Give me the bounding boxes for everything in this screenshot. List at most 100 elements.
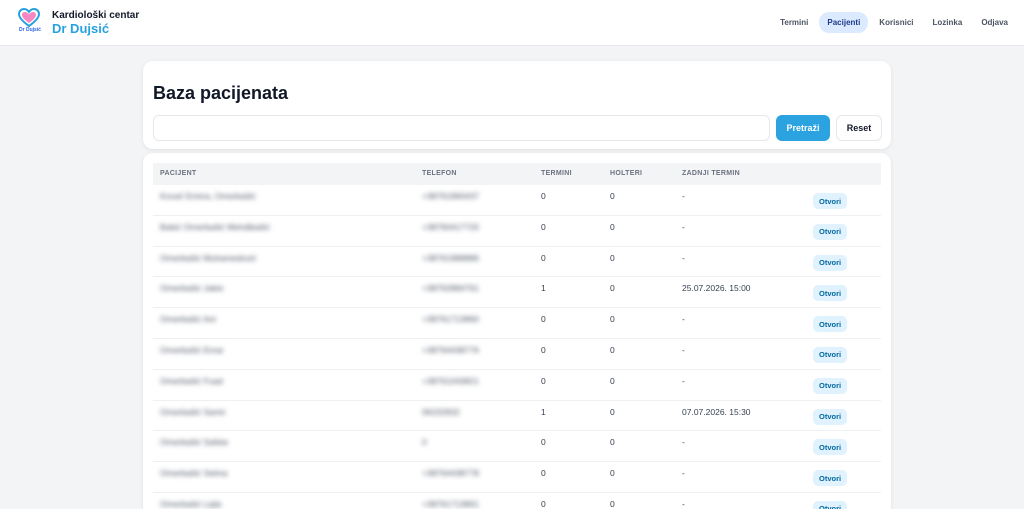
holteri-count: 0 [610,191,615,201]
termini-count: 0 [541,468,546,479]
holteri-count: 0 [610,314,615,325]
table-row: Omerbašić Lejla +38761713861 0 0 - Otvori [153,493,881,509]
table-row: Omerbašić Muhamedović +38761988886 0 0 - Otvo… [153,247,881,278]
holteri-count: 0 [610,283,615,294]
patient-phone: +38761988886 [422,252,479,263]
search-button[interactable]: Pretraži [776,115,830,141]
patient-phone: 06232832 [422,406,460,417]
patient-name: Omerbašić Lejla [160,498,222,509]
table-row: Kovač Emina, Omerbašić +38761960437 0 0 - Otv… [153,185,881,216]
last-appointment: - [682,314,685,325]
last-appointment: - [682,252,685,263]
table-header: PACIJENT TELEFON TERMINI HOLTERI ZADNJI … [153,163,881,185]
open-patient-button[interactable]: Otvori [813,223,848,240]
patient-name: Babić Omerbašić Mehdibašić [160,221,271,232]
main-nav: Termini Pacijenti Korisnici Lozinka Odja… [769,12,1016,33]
patient-name: Omerbašić Safeta [160,437,229,448]
reset-button[interactable]: Reset [836,115,882,141]
last-appointment: - [682,468,685,479]
open-patient-button[interactable]: Otvori [813,439,848,456]
termini-count: 0 [541,498,546,509]
patient-phone: 0 [422,437,427,448]
patient-name: Kovač Emina, Omerbašić [160,191,256,201]
last-appointment: - [682,437,685,448]
column-header-holteri: HOLTERI [610,170,643,177]
open-patient-button[interactable]: Otvori [813,254,848,271]
holteri-count: 0 [610,437,615,448]
brand-title: Dr Dujsić [52,21,110,36]
nav-odjava[interactable]: Odjava [973,12,1016,33]
nav-korisnici[interactable]: Korisnici [871,12,921,33]
table-body: Kovač Emina, Omerbašić +38761960437 0 0 - Otv… [153,185,881,509]
patient-phone: +38762884761 [422,283,479,294]
logo-caption: Dr Dujsić [19,27,41,33]
table-row: Omerbašić Fuad +38761043821 0 0 - Otvori [153,370,881,401]
search-card: Baza pacijenata Pretraži Reset [143,61,891,149]
open-patient-button[interactable]: Otvori [813,470,848,487]
brand[interactable]: Dr Dujsić Kardiološki centar Dr Dujsić [18,8,139,36]
table-row: Omerbašić Emar +38764438776 0 0 - Otvori [153,339,881,370]
patient-phone: +38760417720 [422,221,479,232]
last-appointment: - [682,344,685,355]
patient-phone: +38761713861 [422,498,479,509]
page-title: Baza pacijenata [153,83,289,103]
holteri-count: 0 [610,406,615,417]
last-appointment: 07.07.2026. 15:30 [682,406,751,417]
patient-name: Omerbašić Emar [160,344,224,355]
patient-phone: +38761713860 [422,314,479,325]
last-appointment: - [682,375,685,386]
holteri-count: 0 [610,252,615,263]
holteri-count: 0 [610,344,615,355]
last-appointment: - [682,191,685,201]
holteri-count: 0 [610,375,615,386]
open-patient-button[interactable]: Otvori [813,285,848,302]
holteri-count: 0 [610,498,615,509]
patient-name: Omerbašić Muhamedović [160,252,257,263]
last-appointment: - [682,498,685,509]
nav-termini[interactable]: Termini [772,12,816,33]
table-row: Omerbašić Selma +38764438778 0 0 - Otvori [153,462,881,493]
patient-name: Omerbašić Fuad [160,375,223,386]
termini-count: 0 [541,252,546,263]
brand-name: Kardiološki centar Dr Dujsić [52,8,140,36]
search-input[interactable] [153,115,770,141]
patient-name: Omerbašić Selma [160,468,228,479]
termini-count: 1 [541,406,546,417]
last-appointment: 25.07.2026. 15:00 [682,283,751,294]
nav-lozinka[interactable]: Lozinka [925,12,971,33]
last-appointment: - [682,221,685,232]
open-patient-button[interactable]: Otvori [813,500,848,509]
patient-phone: +38764438778 [422,468,479,479]
table-row: Omerbašić Jakie +38762884761 1 0 25.07.2026.… [153,277,881,309]
column-header-termini: TERMINI [541,170,572,177]
holteri-count: 0 [610,468,615,479]
open-patient-button[interactable]: Otvori [813,346,848,363]
holteri-count: 0 [610,221,615,232]
termini-count: 1 [541,283,546,294]
column-header-pacijent: PACIJENT [160,170,197,177]
open-patient-button[interactable]: Otvori [813,193,848,209]
brand-subtitle: Kardiološki centar [52,10,140,21]
table-row: Omerbašić Samir 06232832 1 0 07.07.2026. 15:… [153,401,881,432]
termini-count: 0 [541,375,546,386]
open-patient-button[interactable]: Otvori [813,377,848,394]
patients-table-card: PACIJENT TELEFON TERMINI HOLTERI ZADNJI … [143,153,891,509]
patient-name: Omerbašić Jakie [160,283,224,294]
termini-count: 0 [541,437,546,448]
termini-count: 0 [541,314,546,325]
patient-phone: +38761043821 [422,375,479,386]
patient-phone: +38761960437 [422,191,479,201]
termini-count: 0 [541,221,546,232]
table-row: Omerbašić Safeta 0 0 0 - Otvori [153,431,881,463]
termini-count: 0 [541,344,546,355]
table-row: Omerbašić Ant +38761713860 0 0 - Otvori [153,308,881,339]
nav-pacijenti[interactable]: Pacijenti [819,12,869,33]
heart-logo-icon: Dr Dujsić [18,8,41,36]
patient-name: Omerbašić Samir [160,406,226,417]
open-patient-button[interactable]: Otvori [813,408,848,425]
column-header-telefon: TELEFON [422,170,457,177]
column-header-zadnji-termin: ZADNJI TERMIN [682,170,740,177]
patient-name: Omerbašić Ant [160,314,216,325]
open-patient-button[interactable]: Otvori [813,316,848,333]
patient-phone: +38764438776 [422,344,479,355]
